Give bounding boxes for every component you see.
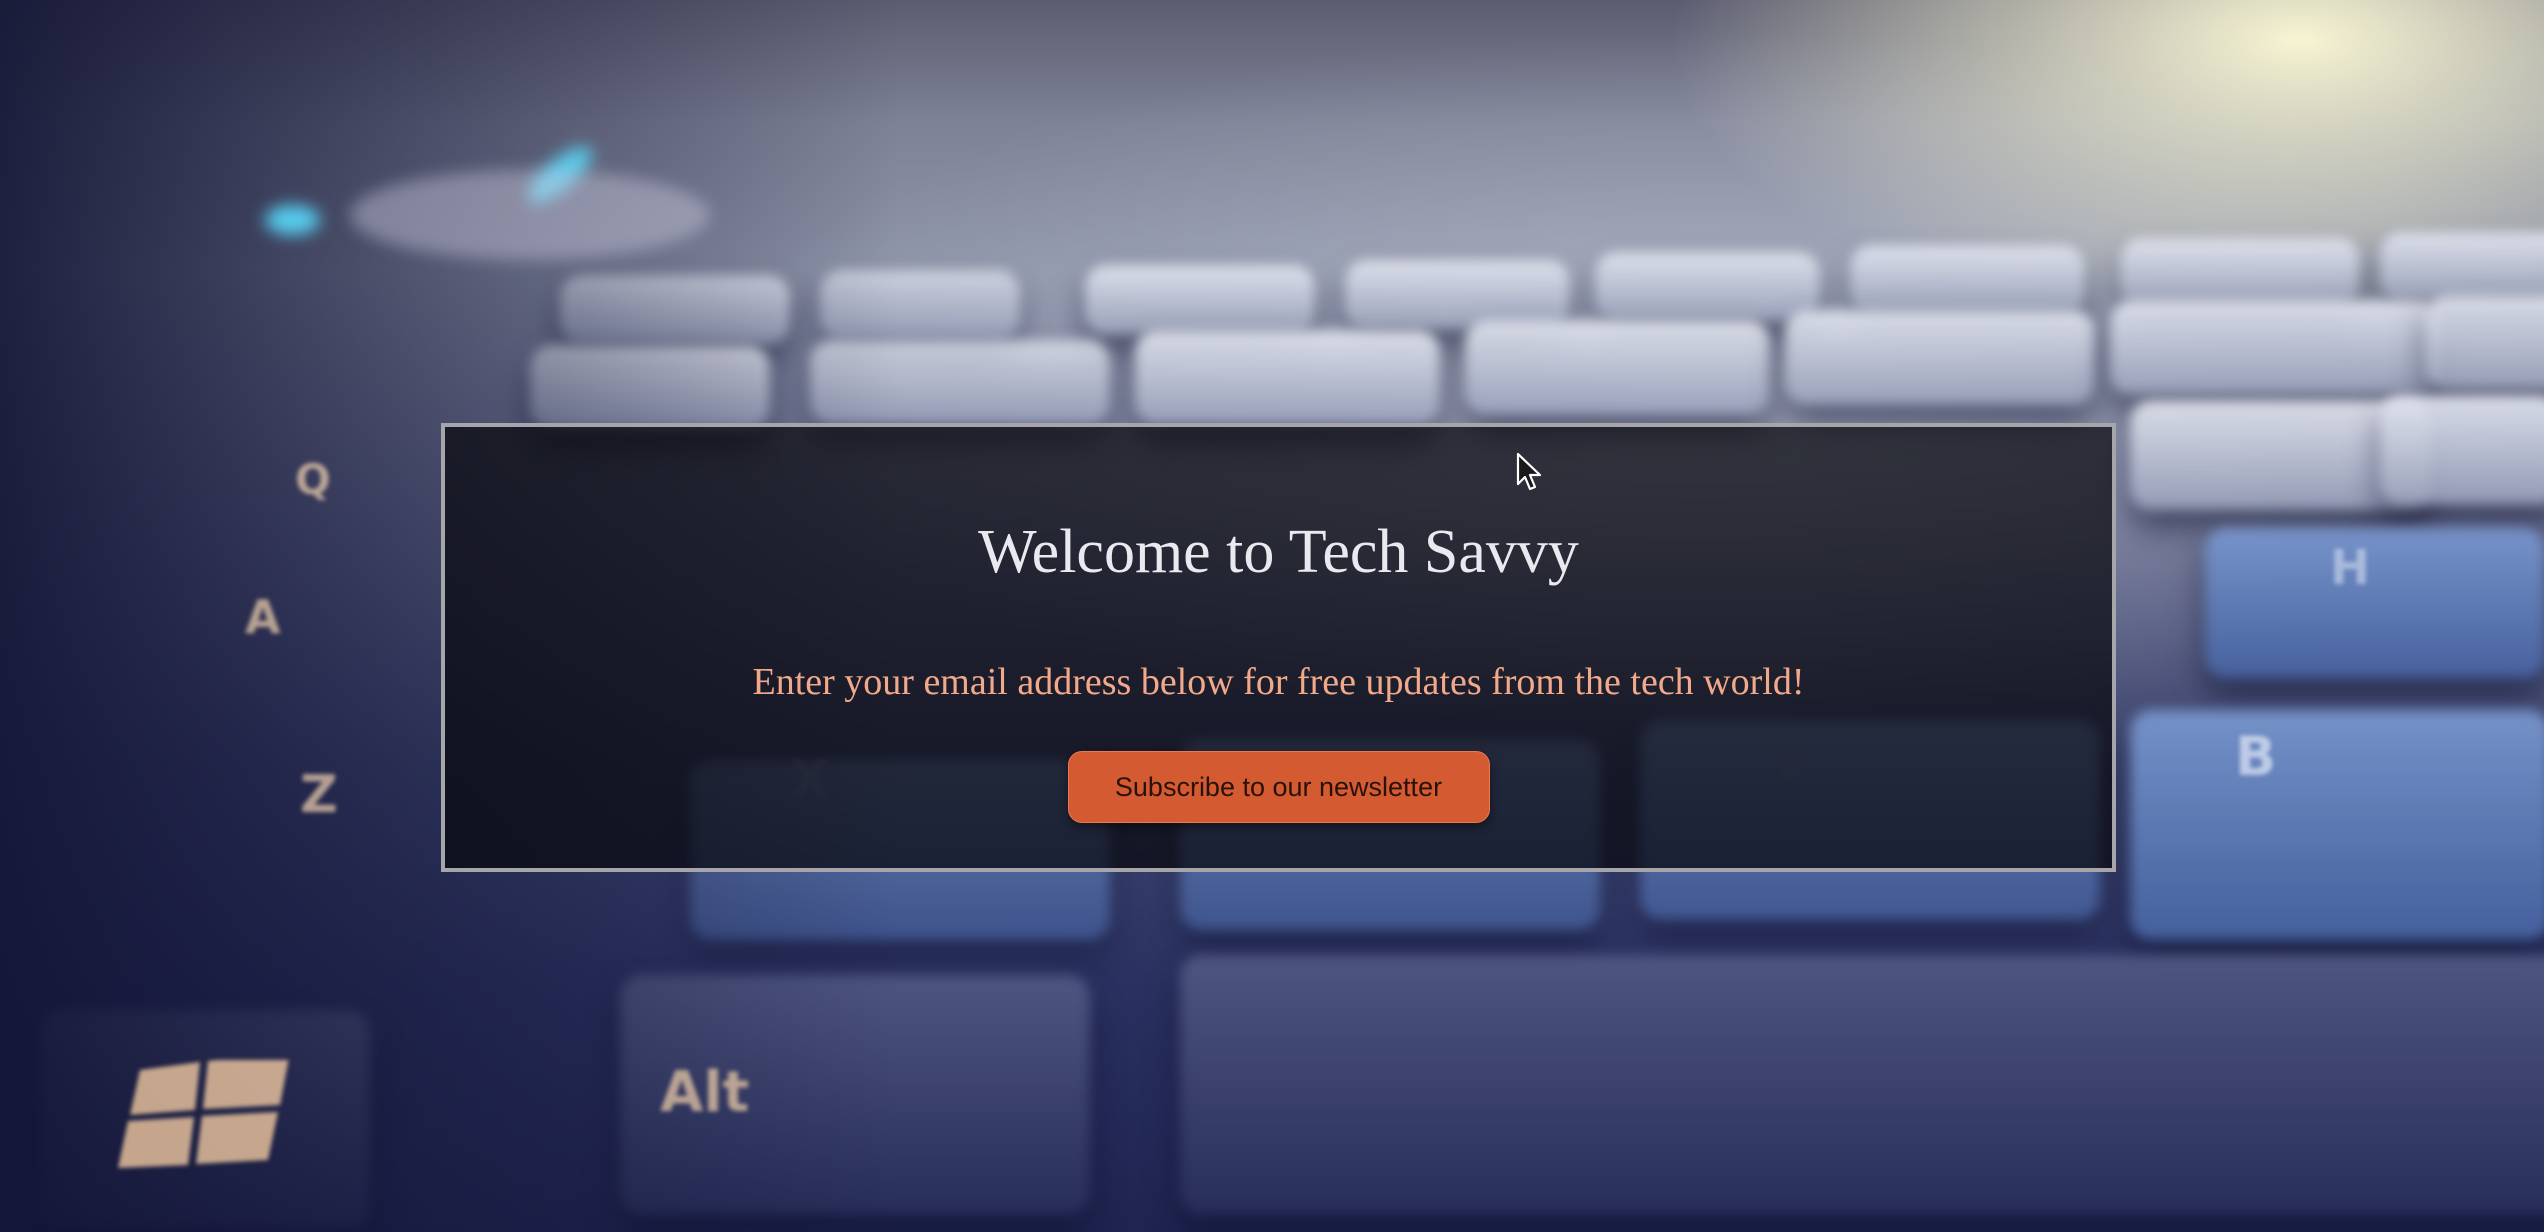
background-key: [1465, 320, 1770, 415]
background-key: [1135, 330, 1440, 425]
background-key: [2110, 300, 2440, 395]
background-key: [1785, 310, 2095, 405]
background-key: [2380, 395, 2544, 505]
touchpad-reflection: [350, 170, 710, 260]
key-label: H: [2330, 540, 2371, 596]
led-light: [265, 205, 320, 235]
page-background: Q A Z X V B H Alt Welcome to Tech Savvy …: [0, 0, 2544, 1232]
mouse-cursor-icon: [1516, 452, 1542, 491]
modal-description: Enter your email address below for free …: [752, 661, 1805, 703]
background-key: [2130, 710, 2544, 940]
key-label: Q: [295, 455, 331, 504]
background-key: [1595, 252, 1820, 322]
key-label: B: [2235, 725, 2277, 788]
background-key: [1085, 265, 1315, 335]
background-key: [2380, 232, 2544, 302]
subscribe-button[interactable]: Subscribe to our newsletter: [1067, 751, 1490, 823]
newsletter-modal: Welcome to Tech Savvy Enter your email a…: [441, 423, 2116, 872]
background-key: [2120, 238, 2360, 308]
modal-title: Welcome to Tech Savvy: [978, 518, 1579, 586]
background-key: [1180, 955, 2544, 1215]
windows-key-icon: [118, 1060, 289, 1168]
background-key: [2205, 528, 2544, 678]
key-label: Alt: [660, 1060, 750, 1125]
background-key: [2425, 295, 2544, 390]
key-label: A: [245, 590, 281, 644]
background-key: [1850, 245, 2085, 315]
key-label: Z: [300, 765, 338, 825]
